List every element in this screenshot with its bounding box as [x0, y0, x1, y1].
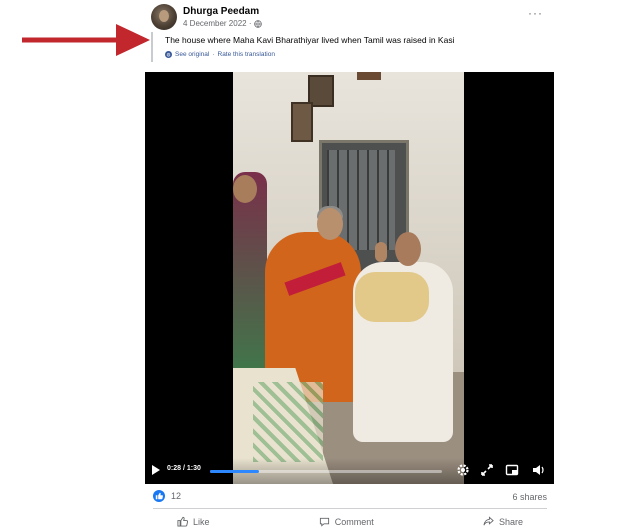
volume-icon[interactable]: [531, 463, 545, 477]
author-name[interactable]: Dhurga Peedam: [183, 6, 259, 17]
video-player[interactable]: 0:28 / 1:30: [145, 72, 554, 484]
link-separator: ·: [212, 51, 215, 58]
svg-text:⚙: ⚙: [166, 52, 171, 58]
post-meta: 4 December 2022 ·: [183, 19, 263, 28]
post-caption: The house where Maha Kavi Bharathiyar li…: [165, 35, 455, 45]
share-label: Share: [498, 516, 523, 527]
post-date[interactable]: 4 December 2022 ·: [183, 19, 251, 28]
settings-gear-icon[interactable]: [456, 463, 470, 477]
like-label: Like: [193, 516, 210, 527]
comment-button[interactable]: Comment: [295, 512, 398, 531]
play-icon[interactable]: [152, 465, 160, 475]
reaction-summary[interactable]: 12: [153, 490, 181, 502]
thumbs-up-icon: [177, 516, 188, 527]
rate-translation-link[interactable]: Rate this translation: [218, 51, 275, 58]
translate-icon: ⚙: [165, 51, 172, 58]
translation-bar: [151, 32, 153, 62]
picture-in-picture-icon[interactable]: [505, 463, 519, 477]
annotation-arrow: [22, 24, 150, 56]
comment-icon: [319, 517, 329, 527]
like-button[interactable]: Like: [153, 512, 234, 531]
share-button[interactable]: Share: [459, 512, 547, 531]
author-avatar[interactable]: [151, 4, 177, 30]
actions-divider: [153, 508, 547, 509]
video-frame: [233, 72, 464, 484]
share-count[interactable]: 6 shares: [512, 492, 547, 502]
progress-track[interactable]: [210, 470, 442, 473]
globe-icon: [254, 19, 263, 28]
post-actions: Like Comment Share: [153, 512, 547, 531]
fullscreen-icon[interactable]: [480, 463, 494, 477]
see-original-link[interactable]: See original: [175, 51, 209, 58]
share-icon: [483, 516, 494, 526]
more-options-icon[interactable]: ···: [528, 6, 543, 20]
video-time: 0:28 / 1:30: [167, 465, 201, 472]
reaction-count: 12: [171, 491, 182, 501]
translation-links: ⚙ See original · Rate this translation: [165, 51, 275, 58]
like-reaction-icon: [153, 490, 165, 502]
comment-label: Comment: [334, 516, 374, 527]
progress-fill: [210, 470, 259, 473]
